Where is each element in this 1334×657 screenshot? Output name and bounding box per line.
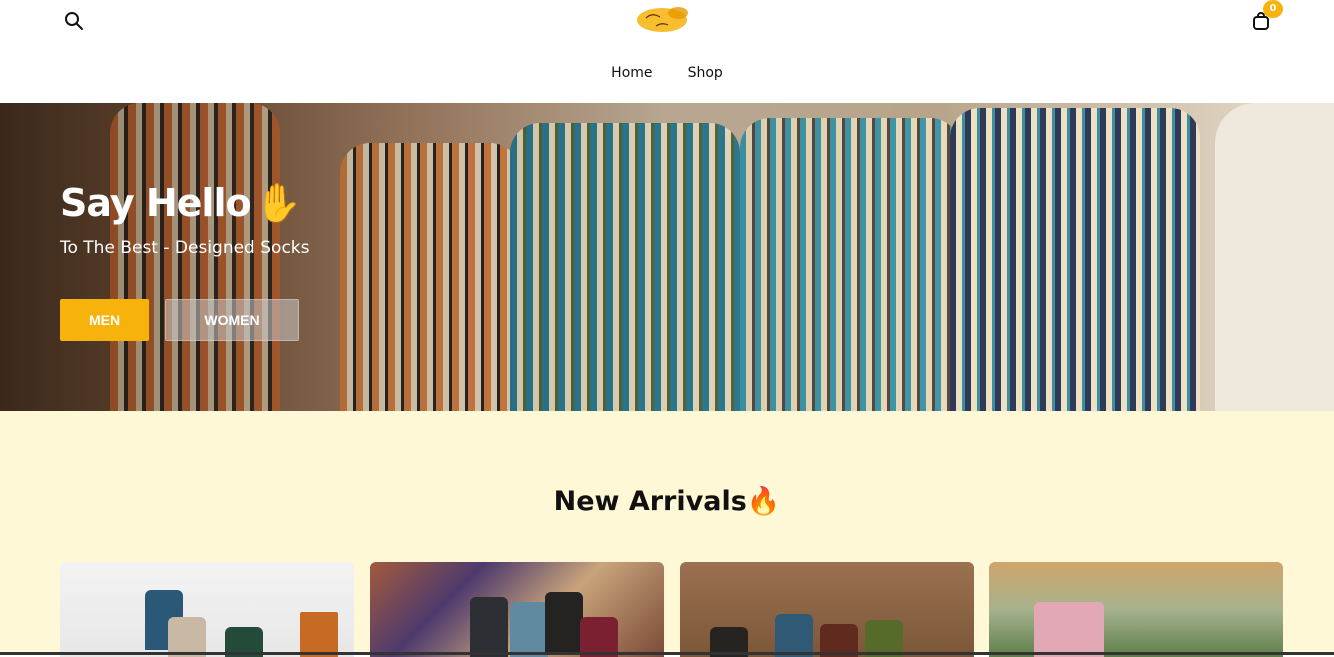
search-icon[interactable]	[63, 10, 85, 32]
product-image	[580, 617, 618, 657]
nav-shop[interactable]: Shop	[688, 65, 723, 81]
main-nav: Home Shop	[0, 62, 1334, 81]
product-image	[168, 617, 206, 657]
product-card[interactable]	[680, 562, 974, 657]
product-image	[775, 614, 813, 657]
men-button[interactable]: MEN	[60, 299, 149, 341]
hero-title-text: Say Hello	[60, 181, 252, 225]
new-arrivals-section: New Arrivals🔥	[0, 411, 1334, 657]
product-image	[300, 612, 338, 657]
hero-subtitle: To The Best - Designed Socks	[60, 238, 310, 258]
product-image	[545, 592, 583, 652]
product-image	[1034, 602, 1104, 657]
hero-title: Say Hello ✋	[60, 181, 302, 226]
brand-logo[interactable]	[634, 0, 692, 38]
product-image	[470, 597, 508, 657]
product-card[interactable]	[370, 562, 664, 657]
nav-home[interactable]: Home	[611, 65, 652, 81]
product-image	[510, 602, 548, 657]
new-arrivals-title-text: New Arrivals	[553, 486, 747, 517]
women-button[interactable]: WOMEN	[165, 299, 299, 341]
waving-hand-emoji: ✋	[254, 181, 302, 225]
cart-count-badge: 0	[1263, 0, 1283, 18]
fire-emoji: 🔥	[746, 486, 781, 517]
product-card[interactable]	[989, 562, 1283, 657]
product-card[interactable]	[60, 562, 354, 657]
hero-banner: Say Hello ✋ To The Best - Designed Socks …	[0, 103, 1334, 411]
site-header: 0 Home Shop	[0, 0, 1334, 103]
new-arrivals-title: New Arrivals🔥	[0, 485, 1334, 517]
